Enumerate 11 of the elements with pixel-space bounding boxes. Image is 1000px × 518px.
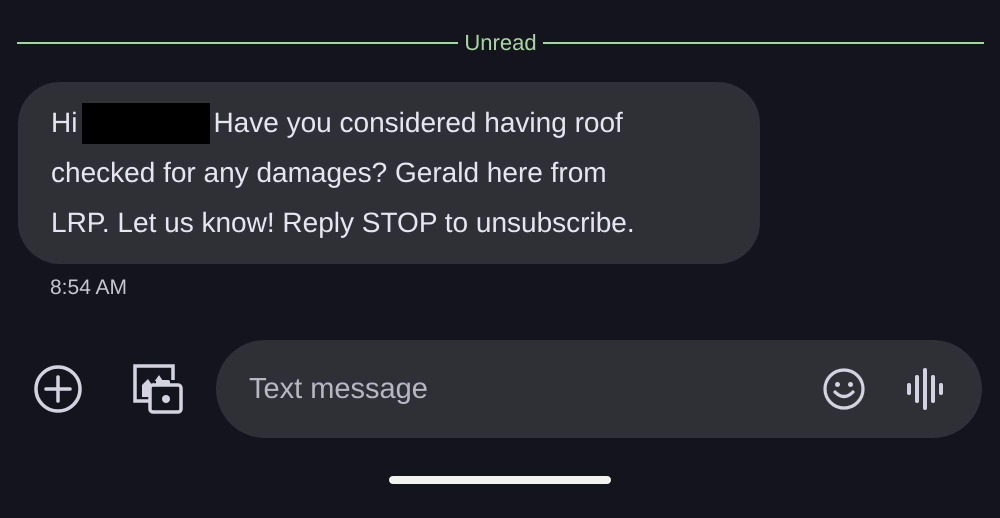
emoji-icon[interactable] [822, 367, 866, 411]
message-text: Have you considered having roof [213, 107, 623, 139]
voice-icon[interactable] [906, 368, 944, 410]
add-icon[interactable] [33, 364, 83, 414]
message-text: checked for any damages? Gerald here from [51, 157, 607, 189]
greeting-text: Hi [51, 107, 78, 139]
message-text: LRP. Let us know! Reply STOP to unsubscribe. [51, 207, 635, 239]
gallery-camera-icon[interactable] [132, 363, 184, 415]
message-time: 8:54 AM [50, 276, 128, 300]
unread-label: Unread [464, 30, 537, 56]
message-input-field[interactable]: Text message [216, 340, 982, 438]
